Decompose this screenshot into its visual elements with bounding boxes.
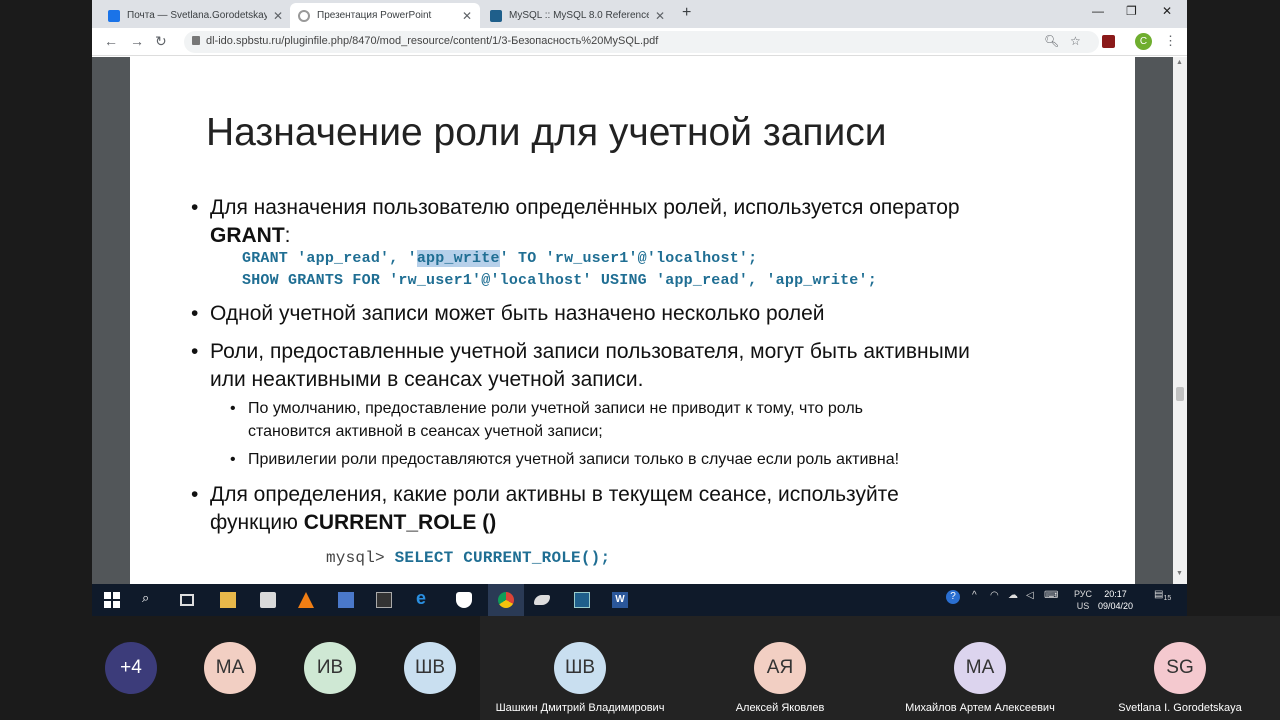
pdf-page: Назначение роли для учетной записи • Для… <box>130 57 1135 584</box>
reload-icon[interactable]: ↻ <box>155 33 167 50</box>
tab-label: MySQL :: MySQL 8.0 Reference M... <box>509 10 649 21</box>
participant-name: Svetlana I. Gorodetskaya <box>1118 702 1242 714</box>
avatar: МА <box>954 642 1006 694</box>
chrome-icon[interactable] <box>498 592 514 608</box>
mysql-icon <box>490 9 502 22</box>
pdf-viewer: Назначение роли для учетной записи • Для… <box>92 57 1187 584</box>
bookmark-star-icon[interactable]: ☆ <box>1070 34 1081 48</box>
code-show-grants: SHOW GRANTS FOR 'rw_user1'@'localhost' U… <box>242 272 877 289</box>
bullet-dot: • <box>191 340 199 363</box>
tab-strip: Почта — Svetlana.Gorodetskaya@... ✕ През… <box>92 0 1187 28</box>
tab-mysql-reference[interactable]: MySQL :: MySQL 8.0 Reference M... ✕ <box>482 3 673 28</box>
mail-icon <box>108 9 120 22</box>
tab-presentation[interactable]: Презентация PowerPoint ✕ <box>290 3 480 28</box>
terminal-icon[interactable] <box>376 592 392 608</box>
bullet-dot: • <box>191 302 199 325</box>
scroll-thumb[interactable] <box>1176 387 1184 401</box>
code-current-role: mysql> SELECT CURRENT_ROLE(); <box>326 549 611 567</box>
security-shield-icon[interactable] <box>456 592 472 608</box>
mysql-workbench-icon[interactable] <box>574 592 590 608</box>
close-window-icon[interactable]: ✕ <box>1162 4 1172 18</box>
participants-strip: +4 МА ИВ ШВ ШВ Шашкин Дмитрий Владимиров… <box>0 616 1280 720</box>
network-icon[interactable]: ◠ <box>990 590 999 601</box>
forward-icon[interactable]: → <box>130 33 144 49</box>
onedrive-icon[interactable]: ☁ <box>1008 590 1018 601</box>
notifications-icon[interactable]: ▤15 <box>1154 589 1171 602</box>
close-icon[interactable]: ✕ <box>462 9 472 23</box>
search-icon[interactable]: ⌕ <box>142 590 158 606</box>
cloud-app-icon[interactable] <box>534 595 550 605</box>
internet-explorer-icon[interactable]: e <box>416 588 432 608</box>
participant-tile[interactable]: АЯ Алексей Яковлев <box>680 616 880 720</box>
maximize-icon[interactable]: ❐ <box>1126 4 1137 18</box>
close-icon[interactable]: ✕ <box>273 9 283 23</box>
start-icon[interactable] <box>104 592 120 608</box>
bullet-grant: • Для назначения пользователю определённ… <box>191 196 960 247</box>
avatar: ШВ <box>404 642 456 694</box>
lock-icon <box>192 36 200 45</box>
language-indicator[interactable]: РУС US <box>1074 588 1092 612</box>
file-explorer-icon[interactable] <box>220 592 236 608</box>
windows-taskbar: ⌕ e W ? ^ ◠ ☁ ◁ ⌨ РУС US 20:17 09/04/20 ▤1… <box>92 584 1187 616</box>
participant-name: Шашкин Дмитрий Владимирович <box>495 702 665 714</box>
bullet-dot: • <box>230 400 236 417</box>
tab-label: Презентация PowerPoint <box>317 10 432 21</box>
sub-bullet-default: • По умолчанию, предоставление роли учет… <box>230 397 863 443</box>
profile-avatar[interactable]: C <box>1135 33 1152 50</box>
zoom-icon[interactable]: 🔍︎ <box>1044 34 1059 48</box>
participant-tile[interactable]: МА Михайлов Артем Алексеевич <box>880 616 1080 720</box>
scroll-up-icon[interactable]: ▲ <box>1176 59 1183 66</box>
word-icon[interactable]: W <box>612 592 628 608</box>
participant-tile[interactable]: SG Svetlana I. Gorodetskaya <box>1080 616 1280 720</box>
avatar: АЯ <box>754 642 806 694</box>
globe-icon <box>298 9 310 22</box>
avatar: ШВ <box>554 642 606 694</box>
participant-name: Михайлов Артем Алексеевич <box>905 702 1055 714</box>
task-view-icon[interactable] <box>180 594 194 606</box>
bullet-multiple-roles: • Одной учетной записи может быть назнач… <box>191 300 825 328</box>
help-icon[interactable]: ? <box>946 590 960 604</box>
minimize-icon[interactable]: — <box>1092 4 1104 18</box>
keyboard-icon[interactable]: ⌨ <box>1044 590 1058 601</box>
address-bar[interactable]: dl-ido.spbstu.ru/pluginfile.php/8470/mod… <box>184 31 1099 53</box>
close-icon[interactable]: ✕ <box>655 9 665 23</box>
bullet-dot: • <box>191 196 199 219</box>
volume-icon[interactable]: ◁ <box>1026 590 1034 601</box>
browser-toolbar: ← → ↻ dl-ido.spbstu.ru/pluginfile.php/84… <box>92 28 1187 56</box>
clock[interactable]: 20:17 09/04/20 <box>1098 588 1133 612</box>
slide-title: Назначение роли для учетной записи <box>206 111 887 154</box>
participant-name: Алексей Яковлев <box>735 702 825 714</box>
participant-tile[interactable]: ШВ Шашкин Дмитрий Владимирович <box>480 616 680 720</box>
new-tab-icon[interactable]: + <box>682 4 691 22</box>
bullet-current-role: • Для определения, какие роли активны в … <box>191 483 899 534</box>
sub-bullet-privileges: • Привилегии роли предоставляются учетно… <box>230 448 899 471</box>
back-icon[interactable]: ← <box>104 33 118 49</box>
bullet-dot: • <box>191 483 199 506</box>
notification-count: 15 <box>1163 595 1172 602</box>
menu-icon[interactable]: ⋮ <box>1164 33 1177 49</box>
scroll-down-icon[interactable]: ▼ <box>1176 570 1183 577</box>
tab-label: Почта — Svetlana.Gorodetskaya@... <box>127 10 267 21</box>
url-text[interactable]: dl-ido.spbstu.ru/pluginfile.php/8470/mod… <box>206 35 658 47</box>
store-icon[interactable] <box>260 592 276 608</box>
selected-text: app_write <box>416 250 500 267</box>
acrobat-extension-icon[interactable] <box>1102 35 1115 48</box>
avatar: SG <box>1154 642 1206 694</box>
bullet-dot: • <box>230 451 236 468</box>
vlc-icon[interactable] <box>298 592 314 608</box>
tab-mail[interactable]: Почта — Svetlana.Gorodetskaya@... ✕ <box>100 3 291 28</box>
bullet-active-roles: • Роли, предоставленные учетной записи п… <box>191 340 970 391</box>
shared-screen: Почта — Svetlana.Gorodetskaya@... ✕ През… <box>92 0 1187 616</box>
code-grant: GRANT 'app_read', 'app_write' TO 'rw_use… <box>242 250 758 267</box>
tray-expand-icon[interactable]: ^ <box>972 590 977 601</box>
app-icon[interactable] <box>338 592 354 608</box>
scrollbar[interactable]: ▲ ▼ <box>1173 57 1187 584</box>
